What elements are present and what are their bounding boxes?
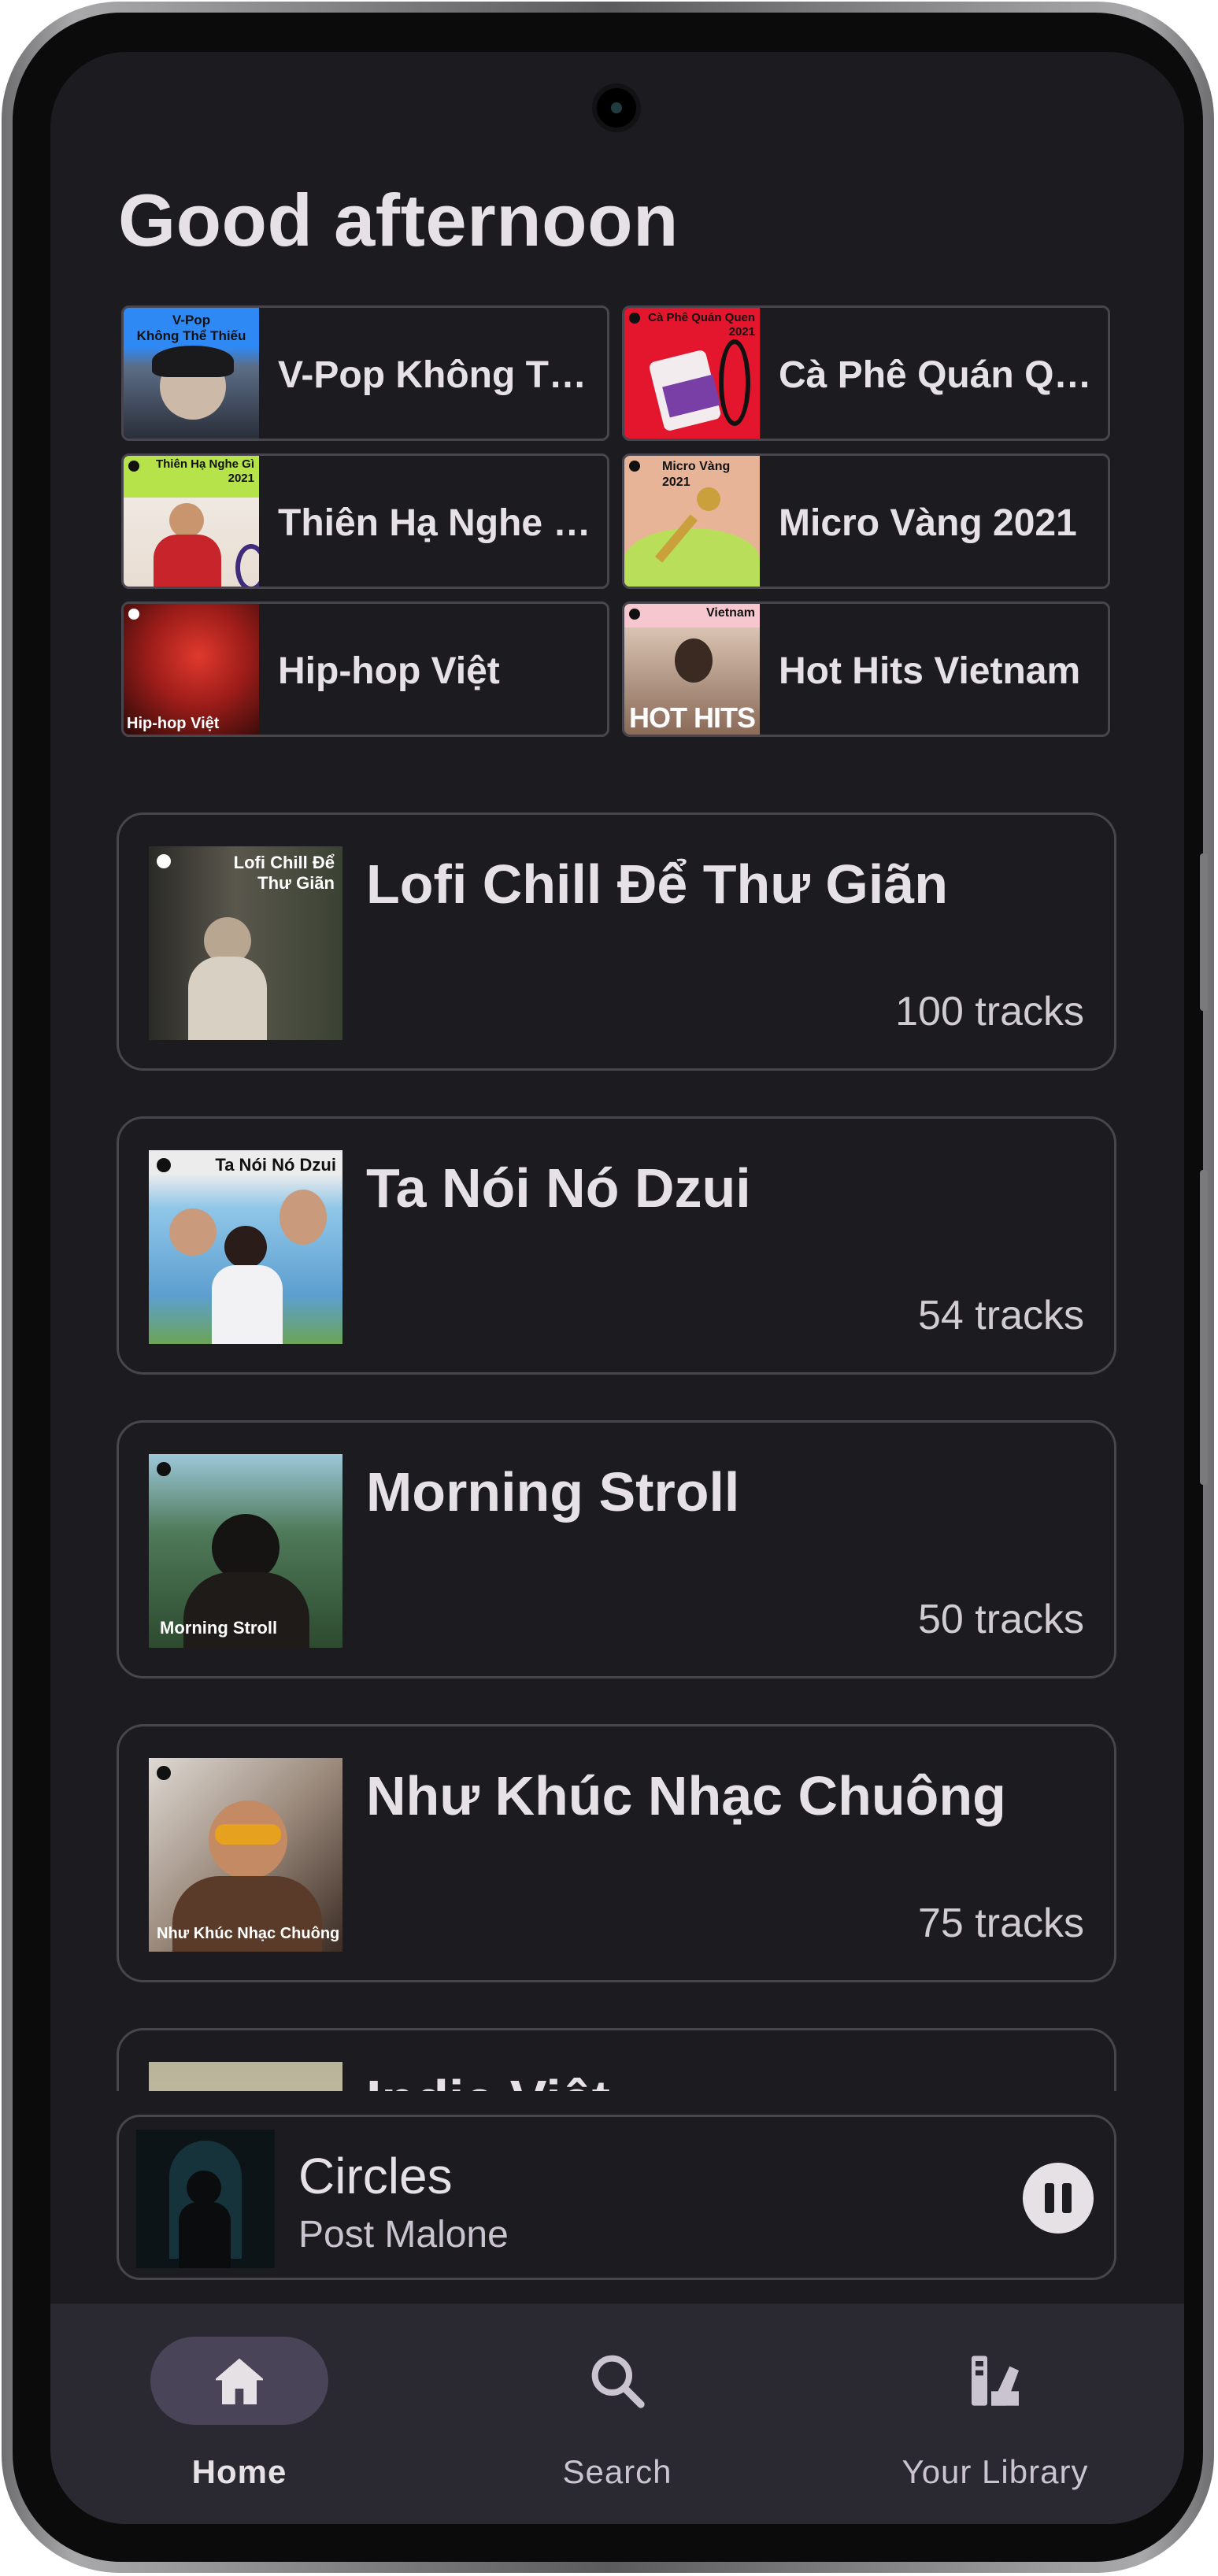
search-icon <box>591 2355 645 2408</box>
spotify-icon <box>128 461 139 472</box>
shortcut-ca-phe[interactable]: Cà Phê Quán Quen 2021 Cà Phê Quán Quen <box>622 305 1110 441</box>
shortcut-label: Thiên Hạ Nghe Gì 2021 <box>278 502 597 544</box>
shortcut-label: Hip-hop Việt <box>278 650 500 692</box>
track-artist: Post Malone <box>298 2214 509 2256</box>
playlist-cover: Ta Nói Nó Dzui <box>149 1150 342 1344</box>
playlist-cover <box>149 2062 342 2091</box>
cover-caption: V-Pop Không Thể Thiếu <box>136 313 246 343</box>
playlist-title: Indie Việt <box>366 2068 1098 2091</box>
playlist-card[interactable]: Như Khúc Nhạc Chuông Như Khúc Nhạc Chuôn… <box>117 1724 1116 1982</box>
nav-label: Search <box>562 2453 672 2490</box>
playlist-title: Ta Nói Nó Dzui <box>366 1157 751 1219</box>
playlist-card[interactable]: Morning Stroll Morning Stroll 50 tracks <box>117 1420 1116 1678</box>
cover-caption: Vietnam <box>706 606 755 620</box>
playlist-cover: Hip-hop Việt <box>124 604 259 735</box>
playlist-cover: Morning Stroll <box>149 1454 342 1648</box>
home-icon <box>216 2358 263 2404</box>
shortcut-hot-hits[interactable]: Vietnam HOT HITS Hot Hits Vietnam <box>622 601 1110 737</box>
playlist-cover: Micro Vàng 2021 <box>624 456 760 587</box>
cover-caption: Morning Stroll <box>160 1618 278 1638</box>
cover-caption: Micro Vàng 2021 <box>662 460 731 489</box>
spotify-icon <box>157 1158 171 1172</box>
nav-label: Home <box>191 2453 287 2490</box>
now-playing-bar[interactable]: Circles Post Malone <box>117 2115 1116 2280</box>
playlist-card[interactable]: Ta Nói Nó Dzui Ta Nói Nó Dzui 54 tracks <box>117 1116 1116 1375</box>
spotify-icon <box>157 854 171 868</box>
track-count: 75 tracks <box>918 1901 1084 1946</box>
scroll-content[interactable]: Good afternoon V-Pop Không Thể Thiếu V-P… <box>50 52 1184 2091</box>
spotify-icon <box>629 461 640 472</box>
cover-caption: Ta Nói Nó Dzui <box>215 1155 336 1175</box>
bottom-navigation: Home Search Your Library <box>50 2304 1184 2524</box>
nav-item-library[interactable]: Your Library <box>806 2304 1184 2524</box>
cover-caption: Thiên Hạ Nghe Gì 2021 <box>155 457 254 485</box>
nav-label: Your Library <box>901 2453 1089 2490</box>
volume-button <box>1200 853 1208 1011</box>
spotify-icon <box>629 609 640 620</box>
spotify-icon <box>128 609 139 620</box>
cover-caption: Lofi Chill Để Thư Giãn <box>233 853 335 893</box>
shortcut-label: V-Pop Không Thể Thiếu <box>278 354 597 396</box>
track-count: 54 tracks <box>918 1293 1084 1338</box>
shortcut-label: Cà Phê Quán Quen <box>779 354 1098 396</box>
playlist-cover: Vietnam HOT HITS <box>624 604 760 735</box>
cover-caption: Hip-hop Việt <box>127 715 220 732</box>
power-button <box>1200 1170 1208 1485</box>
shortcut-label: Micro Vàng 2021 <box>779 502 1077 544</box>
cover-caption: Như Khúc Nhạc Chuông <box>157 1925 340 1942</box>
playlist-card[interactable]: Indie Việt <box>117 2028 1116 2091</box>
spotify-icon <box>157 1766 171 1780</box>
playlist-card[interactable]: Lofi Chill Để Thư Giãn Lofi Chill Để Thư… <box>117 812 1116 1071</box>
playlist-cover: Cà Phê Quán Quen 2021 <box>624 308 760 439</box>
playlist-title: Như Khúc Nhạc Chuông <box>366 1765 1006 1827</box>
playlist-title: Lofi Chill Để Thư Giãn <box>366 853 948 915</box>
album-cover <box>136 2130 275 2268</box>
playlist-cover: Lofi Chill Để Thư Giãn <box>149 846 342 1040</box>
playlist-cover: V-Pop Không Thể Thiếu <box>124 308 259 439</box>
track-title: Circles <box>298 2148 453 2204</box>
playlist-title: Morning Stroll <box>366 1461 740 1523</box>
spotify-icon <box>629 313 640 324</box>
shortcut-label: Hot Hits Vietnam <box>779 650 1081 692</box>
shortcut-vpop[interactable]: V-Pop Không Thể Thiếu V-Pop Không Thể Th… <box>121 305 609 441</box>
playlist-cover: Thiên Hạ Nghe Gì 2021 <box>124 456 259 587</box>
phone-bezel: Good afternoon V-Pop Không Thể Thiếu V-P… <box>13 13 1208 2562</box>
cover-caption: HOT HITS <box>629 701 756 734</box>
library-icon <box>972 2356 1019 2406</box>
spotify-icon <box>157 1462 171 1476</box>
playlist-cover: Như Khúc Nhạc Chuông <box>149 1758 342 1952</box>
phone-frame: Good afternoon V-Pop Không Thể Thiếu V-P… <box>2 2 1214 2573</box>
shortcut-thien-ha[interactable]: Thiên Hạ Nghe Gì 2021 Thiên Hạ Nghe Gì 2… <box>121 453 609 589</box>
shortcut-hip-hop[interactable]: Hip-hop Việt Hip-hop Việt <box>121 601 609 737</box>
shortcut-micro-vang[interactable]: Micro Vàng 2021 Micro Vàng 2021 <box>622 453 1110 589</box>
pause-button[interactable] <box>1023 2163 1094 2234</box>
cover-caption: Cà Phê Quán Quen 2021 <box>648 311 755 339</box>
page-title: Good afternoon <box>118 179 679 261</box>
nav-item-home[interactable]: Home <box>50 2304 428 2524</box>
track-count: 50 tracks <box>918 1597 1084 1642</box>
nav-item-search[interactable]: Search <box>428 2304 806 2524</box>
app-screen: Good afternoon V-Pop Không Thể Thiếu V-P… <box>50 52 1184 2524</box>
track-count: 100 tracks <box>895 989 1084 1034</box>
